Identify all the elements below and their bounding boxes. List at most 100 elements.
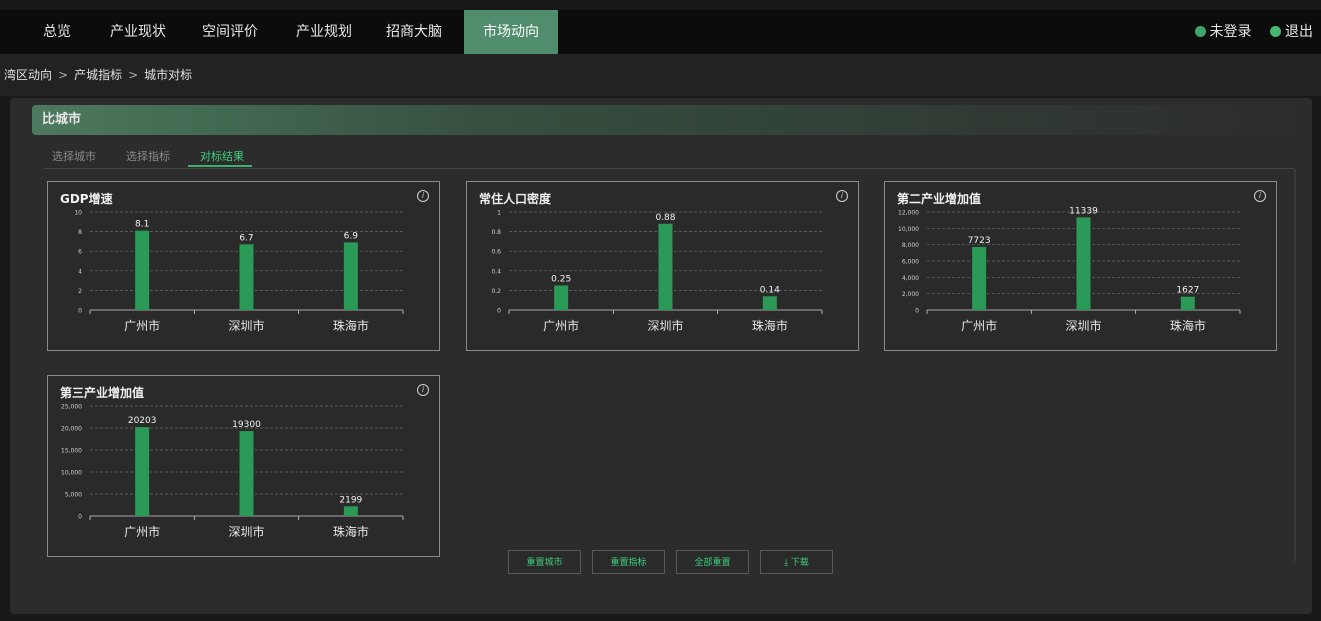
x-tick-label: 珠海市 xyxy=(752,318,788,333)
data-label: 6.9 xyxy=(344,231,359,241)
tab-select-city[interactable]: 选择城市 xyxy=(52,148,96,164)
reset-city-button[interactable]: 重置城市 xyxy=(508,550,581,574)
y-tick-label: 12,000 xyxy=(898,210,919,217)
y-tick-label: 0 xyxy=(78,308,82,315)
x-tick-label: 广州市 xyxy=(124,524,160,539)
y-tick-label: 0.4 xyxy=(491,268,501,275)
bar-chart: 0 0.2 0.4 0.6 0.8 1 0.25 广州市 0.88 深圳市 0.14 珠海市 xyxy=(491,210,823,333)
bar xyxy=(762,296,777,310)
tab-benchmark-result[interactable]: 对标结果 xyxy=(200,148,244,164)
data-label: 11339 xyxy=(1069,206,1098,216)
data-label: 6.7 xyxy=(239,233,253,243)
data-label: 8.1 xyxy=(135,220,149,230)
y-tick-label: 5,000 xyxy=(65,492,82,499)
reset-indicator-button[interactable]: 重置指标 xyxy=(592,550,665,574)
nav-market-trends[interactable]: 市场动向 xyxy=(464,10,558,54)
bar-chart: 0 2 4 6 8 10 8.1 广州市 6.7 深圳市 6.9 珠海市 xyxy=(74,210,404,333)
bar xyxy=(554,285,569,310)
data-label: 7723 xyxy=(968,236,991,246)
x-tick-label: 珠海市 xyxy=(1170,318,1206,333)
user-area: 未登录 退出 xyxy=(1181,10,1313,54)
y-tick-label: 6,000 xyxy=(902,259,919,266)
x-tick-label: 深圳市 xyxy=(647,318,683,333)
data-label: 2199 xyxy=(339,495,362,505)
y-tick-label: 25,000 xyxy=(61,404,82,411)
data-label: 0.88 xyxy=(655,213,675,223)
y-tick-label: 0 xyxy=(78,514,82,521)
download-icon: ⤓ xyxy=(784,558,789,568)
breadcrumb-separator: > xyxy=(58,68,69,82)
section-title: 比城市 xyxy=(32,105,1312,135)
y-tick-label: 1 xyxy=(497,210,501,217)
bar-chart: 0 2,000 4,000 6,000 8,000 10,000 12,000 7723 广州市… xyxy=(898,206,1241,333)
data-label: 0.14 xyxy=(760,285,780,295)
data-label: 19300 xyxy=(232,420,261,430)
bar xyxy=(658,223,673,310)
chart-card-tertiary-industry: 第三产业增加值 i 0 5,000 10,000 15,000 20,000 25,000… xyxy=(47,375,440,557)
y-tick-label: 0 xyxy=(915,308,919,315)
reset-all-button[interactable]: 全部重置 xyxy=(676,550,749,574)
y-tick-label: 10 xyxy=(74,210,82,217)
y-tick-label: 0.6 xyxy=(491,249,501,256)
x-tick-label: 珠海市 xyxy=(333,318,369,333)
chart-card-population-density: 常住人口密度 i 0 0.2 0.4 0.6 0.8 1 0.25 广州市 0.88 深圳市 0.1… xyxy=(466,181,859,351)
tab-select-indicator[interactable]: 选择指标 xyxy=(126,148,170,164)
y-tick-label: 8 xyxy=(78,229,82,236)
y-tick-label: 6 xyxy=(78,249,82,256)
login-label: 未登录 xyxy=(1209,24,1252,40)
download-label: 下载 xyxy=(790,558,809,568)
active-tab-indicator xyxy=(188,165,252,167)
breadcrumb-item-indicators[interactable]: 产城指标 xyxy=(74,68,122,82)
y-tick-label: 2,000 xyxy=(902,291,919,298)
breadcrumb-item-benchmark: 城市对标 xyxy=(144,68,193,82)
x-tick-label: 广州市 xyxy=(543,318,579,333)
bar xyxy=(1076,217,1091,310)
breadcrumb-item-bay-area[interactable]: 湾区动向 xyxy=(4,68,52,82)
y-tick-label: 0.8 xyxy=(491,229,501,236)
login-link[interactable]: 未登录 xyxy=(1194,24,1252,40)
data-label: 0.25 xyxy=(551,275,571,285)
x-tick-label: 广州市 xyxy=(961,318,997,333)
bar xyxy=(1180,296,1195,310)
data-label: 20203 xyxy=(128,416,157,426)
bar xyxy=(343,242,358,310)
nav-industry-planning[interactable]: 产业规划 xyxy=(292,10,356,54)
breadcrumb-separator: > xyxy=(128,68,139,82)
bar xyxy=(135,230,150,310)
y-tick-label: 2 xyxy=(78,288,82,295)
logout-link[interactable]: 退出 xyxy=(1270,24,1313,40)
bar-chart: 0 5,000 10,000 15,000 20,000 25,000 20203 广州市 19… xyxy=(61,404,404,539)
results-area: GDP增速 i 0 2 4 6 8 10 8.1 广州市 6.7 深圳市 6.9 珠海市 常住人口密度… xyxy=(44,169,1296,561)
bar xyxy=(972,246,987,310)
top-navbar: 总览 产业现状 空间评价 产业规划 招商大脑 市场动向 未登录 退出 xyxy=(0,10,1321,54)
info-icon[interactable]: i xyxy=(417,384,429,396)
x-tick-label: 珠海市 xyxy=(333,524,369,539)
chart-card-secondary-industry: 第二产业增加值 i 0 2,000 4,000 6,000 8,000 10,000 12,… xyxy=(884,181,1277,351)
nav-overview[interactable]: 总览 xyxy=(30,10,84,54)
y-tick-label: 8,000 xyxy=(902,242,919,249)
download-button[interactable]: ⤓ 下载 xyxy=(760,550,833,574)
x-tick-label: 深圳市 xyxy=(228,318,264,333)
x-tick-label: 广州市 xyxy=(124,318,160,333)
nav-industry-status[interactable]: 产业现状 xyxy=(106,10,170,54)
chart-card-gdp-growth: GDP增速 i 0 2 4 6 8 10 8.1 广州市 6.7 深圳市 6.9 珠海市 xyxy=(47,181,440,351)
y-tick-label: 10,000 xyxy=(61,470,82,477)
nav-investment-brain[interactable]: 招商大脑 xyxy=(382,10,446,54)
nav-space-evaluation[interactable]: 空间评价 xyxy=(198,10,262,54)
y-tick-label: 10,000 xyxy=(898,226,919,233)
x-tick-label: 深圳市 xyxy=(1065,318,1101,333)
info-icon[interactable]: i xyxy=(1254,190,1266,202)
x-tick-label: 深圳市 xyxy=(228,524,264,539)
power-icon xyxy=(1270,26,1281,37)
breadcrumb: 湾区动向 > 产城指标 > 城市对标 xyxy=(0,54,1321,96)
bar xyxy=(135,427,150,516)
y-tick-label: 0.2 xyxy=(491,288,501,295)
bar xyxy=(239,431,254,516)
info-icon[interactable]: i xyxy=(417,190,429,202)
logout-label: 退出 xyxy=(1285,24,1313,40)
bar xyxy=(343,506,358,516)
y-tick-label: 20,000 xyxy=(61,426,82,433)
data-label: 1627 xyxy=(1176,286,1199,296)
info-icon[interactable]: i xyxy=(836,190,848,202)
y-tick-label: 4,000 xyxy=(902,275,919,282)
